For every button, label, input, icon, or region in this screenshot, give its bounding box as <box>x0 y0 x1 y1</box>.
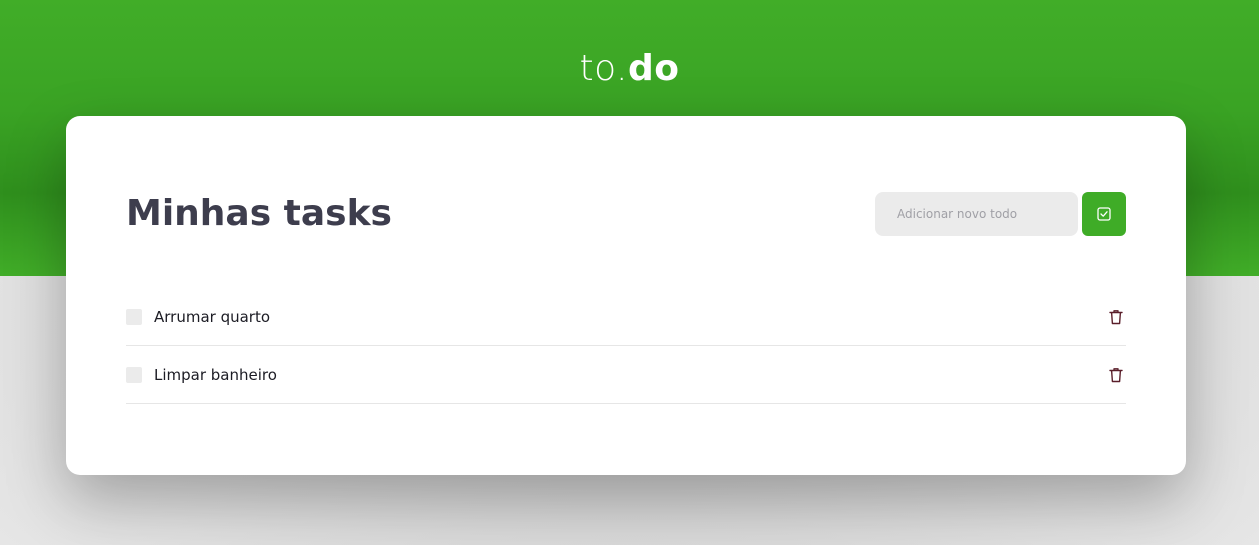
brand-logo: to.do <box>0 48 1259 89</box>
task-checkbox[interactable] <box>126 308 142 325</box>
new-todo-input[interactable] <box>875 192 1078 236</box>
brand-logo-bold: do <box>627 48 680 89</box>
trash-icon <box>1109 309 1123 324</box>
task-label: Limpar banheiro <box>154 365 277 384</box>
page-title: Minhas tasks <box>126 193 392 234</box>
todo-card: Minhas tasks Arrumar quarto <box>66 116 1186 475</box>
brand-logo-light: to. <box>579 48 628 89</box>
card-header: Minhas tasks <box>126 192 1126 236</box>
delete-task-button[interactable] <box>1106 365 1126 385</box>
add-todo-form <box>875 192 1126 236</box>
task-checkbox[interactable] <box>126 366 142 383</box>
task-row: Arrumar quarto <box>126 288 1126 346</box>
add-todo-button[interactable] <box>1082 192 1126 236</box>
page: to.do Minhas tasks Arrumar quarto <box>0 0 1259 545</box>
delete-task-button[interactable] <box>1106 307 1126 327</box>
task-label: Arrumar quarto <box>154 307 271 326</box>
check-square-icon <box>1097 207 1111 221</box>
trash-icon <box>1109 367 1123 382</box>
task-list: Arrumar quarto Limpar banheiro <box>126 288 1126 404</box>
task-row: Limpar banheiro <box>126 346 1126 404</box>
